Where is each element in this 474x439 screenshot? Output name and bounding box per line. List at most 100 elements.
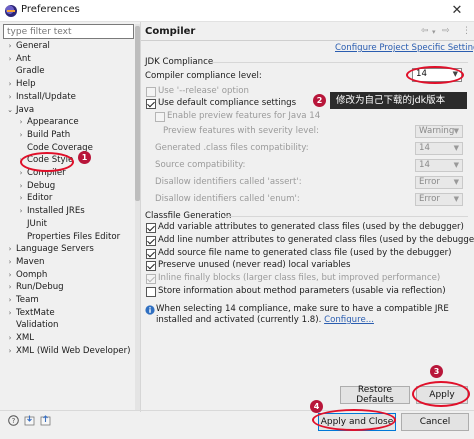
enum-identifier-dropdown[interactable]: Error ▼ xyxy=(415,193,463,206)
collapse-icon[interactable]: › xyxy=(17,167,25,179)
compliance-info-message: When selecting 14 compliance, make sure … xyxy=(156,304,472,326)
preview-severity-value: Warning xyxy=(419,126,455,136)
tree-item-label: Build Path xyxy=(27,129,71,140)
header-separator xyxy=(141,40,474,41)
collapse-icon[interactable]: › xyxy=(6,345,14,357)
collapse-icon[interactable]: › xyxy=(6,53,14,65)
use-default-compliance-label: Use default compliance settings xyxy=(158,98,297,108)
restore-defaults-button[interactable]: Restore Defaults xyxy=(340,385,410,405)
release-option-label: Use '--release' option xyxy=(158,86,249,96)
close-icon[interactable]: ✕ xyxy=(444,0,470,22)
class-files-compat-dropdown[interactable]: 14 ▼ xyxy=(415,142,463,155)
title-bar: Preferences ✕ xyxy=(0,0,474,22)
window-title: Preferences xyxy=(21,4,80,15)
info-icon xyxy=(145,305,155,315)
tree-item-label: Appearance xyxy=(27,117,79,128)
collapse-icon[interactable]: › xyxy=(6,269,14,281)
tree-item-label: Team xyxy=(16,295,39,305)
annotation-badge-1: 1 xyxy=(78,151,91,164)
assert-identifier-value: Error xyxy=(419,177,440,187)
tree-item-label: XML xyxy=(16,333,35,344)
help-icon[interactable]: ? xyxy=(8,415,19,426)
class-files-compat-label: Generated .class files compatibility: xyxy=(155,143,309,153)
annotation-ring-apply xyxy=(412,381,470,407)
tree-item-label: Oomph xyxy=(16,269,48,280)
pane-divider[interactable] xyxy=(140,22,141,412)
jdk-compliance-group-title: JDK Compliance xyxy=(145,57,214,67)
annotation-badge-4: 4 xyxy=(310,400,323,413)
collapse-icon[interactable]: › xyxy=(6,91,14,103)
filter-input[interactable] xyxy=(3,24,134,39)
preference-tree: › General › Ant Gradle › Help › Install/Update ⌄ J… xyxy=(0,40,134,412)
compliance-level-label: Compiler compliance level: xyxy=(145,71,262,81)
view-menu-icon[interactable]: ⋮ xyxy=(462,26,471,36)
collapse-icon[interactable]: › xyxy=(6,78,14,90)
collapse-icon[interactable]: › xyxy=(6,40,14,52)
back-arrow-icon[interactable]: ⇦ xyxy=(421,26,429,36)
group-separator xyxy=(212,62,468,63)
classfile-option-checkbox[interactable] xyxy=(146,235,156,246)
classfile-option-label: Inline finally blocks (larger class file… xyxy=(158,273,441,284)
preview-severity-dropdown[interactable]: Warning ▼ xyxy=(415,125,463,138)
collapse-icon[interactable]: › xyxy=(6,281,14,293)
tree-item-label: Help xyxy=(16,79,36,90)
forward-arrow-icon[interactable]: ⇨ xyxy=(442,26,450,36)
tree-item-label: TextMate xyxy=(16,307,55,318)
classfile-option-checkbox[interactable] xyxy=(146,274,156,285)
assert-identifier-dropdown[interactable]: Error ▼ xyxy=(415,176,463,189)
footer-separator xyxy=(0,410,474,411)
collapse-icon[interactable]: › xyxy=(6,307,14,319)
classfile-option-checkbox[interactable] xyxy=(146,261,156,272)
collapse-icon[interactable]: › xyxy=(17,180,25,192)
classfile-option-label: Add variable attributes to generated cla… xyxy=(158,222,464,232)
classfile-option-checkbox[interactable] xyxy=(146,248,156,259)
annotation-badge-3: 3 xyxy=(430,365,443,378)
expand-icon[interactable]: ⌄ xyxy=(6,104,14,116)
tree-item-label: Validation xyxy=(16,320,59,331)
import-icon[interactable] xyxy=(24,415,35,426)
collapse-icon[interactable]: › xyxy=(6,332,14,344)
source-compat-label: Source compatibility: xyxy=(155,160,246,170)
tree-item-label: Gradle xyxy=(16,66,45,77)
tree-item-label: Java xyxy=(16,104,35,115)
chevron-down-icon: ▼ xyxy=(453,127,459,135)
tree-item-label: JUnit xyxy=(27,218,48,229)
collapse-icon[interactable]: › xyxy=(6,243,14,255)
assert-identifier-label: Disallow identifiers called 'assert': xyxy=(155,177,302,187)
use-default-compliance-checkbox[interactable] xyxy=(146,99,156,109)
source-compat-dropdown[interactable]: 14 ▼ xyxy=(415,159,463,172)
export-icon[interactable] xyxy=(40,415,51,426)
configure-project-settings-link[interactable]: Configure Project Specific Settings... xyxy=(335,43,474,53)
collapse-icon[interactable]: › xyxy=(17,205,25,217)
tree-item-label: Install/Update xyxy=(16,91,76,102)
svg-text:?: ? xyxy=(12,417,16,425)
collapse-icon[interactable]: › xyxy=(6,256,14,268)
class-files-compat-value: 14 xyxy=(419,143,430,153)
classfile-option-checkbox[interactable] xyxy=(146,223,156,233)
tree-item-label: Ant xyxy=(16,53,31,64)
chevron-down-icon: ▼ xyxy=(453,178,459,186)
classfile-option-checkbox[interactable] xyxy=(146,287,156,297)
back-menu-icon[interactable]: ▾ xyxy=(432,28,436,36)
collapse-icon[interactable]: › xyxy=(17,192,25,204)
enable-preview-label: Enable preview features for Java 14 xyxy=(167,111,321,121)
tree-item-label: Debug xyxy=(27,180,56,191)
eclipse-logo-icon xyxy=(5,5,17,17)
tree-item-label: Language Servers xyxy=(16,244,94,255)
tree-item-label: Maven xyxy=(16,256,45,267)
enum-identifier-value: Error xyxy=(419,194,440,204)
enable-preview-checkbox[interactable] xyxy=(155,112,165,122)
collapse-icon[interactable]: › xyxy=(6,294,14,306)
preview-severity-label: Preview features with severity level: xyxy=(163,126,319,136)
classfile-option-label: Add source file name to generated class … xyxy=(158,247,452,258)
annotation-badge-2: 2 xyxy=(313,94,326,107)
configure-jre-link[interactable]: Configure... xyxy=(324,315,374,325)
cancel-button[interactable]: Cancel xyxy=(401,413,469,431)
tree-item-label: Installed JREs xyxy=(27,206,85,217)
chevron-down-icon: ▼ xyxy=(453,161,459,169)
chevron-down-icon: ▼ xyxy=(453,144,459,152)
collapse-icon[interactable]: › xyxy=(17,129,25,141)
annotation-ring-compliance xyxy=(406,66,464,84)
release-option-checkbox[interactable] xyxy=(146,87,156,97)
collapse-icon[interactable]: › xyxy=(17,116,25,128)
